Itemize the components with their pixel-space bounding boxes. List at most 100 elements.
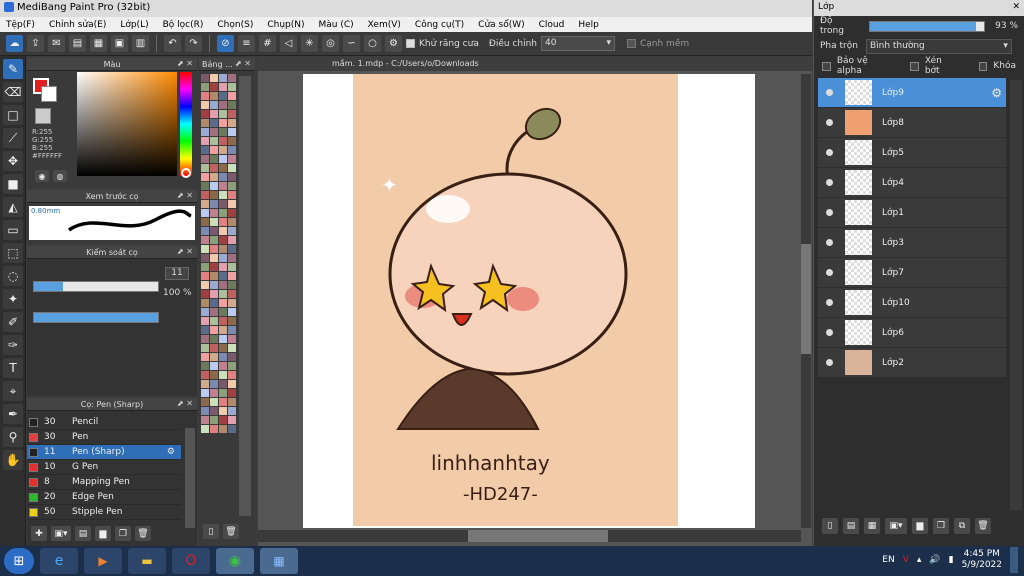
eraser-tool-icon[interactable]: ⌫ [3, 82, 23, 102]
menu-window[interactable]: Cửa sổ(W) [478, 20, 524, 30]
palette-swatch[interactable] [210, 92, 218, 100]
layer-visibility-icon[interactable] [826, 209, 833, 216]
palette-swatch[interactable] [228, 353, 236, 361]
palette-swatch[interactable] [210, 371, 218, 379]
palette-scrollbar[interactable] [239, 76, 251, 516]
palette-swatch[interactable] [201, 74, 209, 82]
palette-swatch[interactable] [210, 119, 218, 127]
palette-swatch[interactable] [201, 83, 209, 91]
duplicate-layer-icon[interactable]: ❐ [933, 518, 949, 534]
fill-rect-tool-icon[interactable]: ■ [3, 174, 23, 194]
menu-view[interactable]: Xem(V) [368, 20, 401, 30]
palette-swatch[interactable] [201, 407, 209, 415]
palette-swatch[interactable] [210, 209, 218, 217]
share-icon[interactable]: ⇪ [27, 35, 44, 52]
palette-swatch[interactable] [210, 254, 218, 262]
palette-swatch[interactable] [201, 137, 209, 145]
palette-swatch[interactable] [201, 425, 209, 433]
palette-swatch[interactable] [219, 281, 227, 289]
browser-icon[interactable]: e [40, 548, 78, 574]
palette-swatch[interactable] [201, 146, 209, 154]
cloud-icon[interactable]: ☁ [6, 35, 23, 52]
snap-settings-icon[interactable]: ⚙ [385, 35, 402, 52]
menu-select[interactable]: Chọn(S) [217, 20, 253, 30]
palette-swatch[interactable] [210, 101, 218, 109]
palette-swatch[interactable] [210, 344, 218, 352]
palette-swatch[interactable] [219, 263, 227, 271]
palette-swatch[interactable] [219, 317, 227, 325]
palette-swatch[interactable] [228, 110, 236, 118]
palette-swatch[interactable] [219, 236, 227, 244]
palette-swatch[interactable] [210, 308, 218, 316]
palette-swatch[interactable] [219, 173, 227, 181]
palette-swatch[interactable] [219, 137, 227, 145]
select-tool-icon[interactable]: ⬚ [3, 243, 23, 263]
palette-swatch[interactable] [219, 227, 227, 235]
palette-swatch[interactable] [228, 101, 236, 109]
palette-swatch[interactable] [210, 191, 218, 199]
brush-item[interactable]: 8 Mapping Pen [27, 475, 181, 490]
lock-checkbox[interactable] [978, 61, 988, 71]
palette-swatch[interactable] [219, 146, 227, 154]
layer-row[interactable]: Lớp5 [818, 138, 1006, 167]
palette-swatch[interactable] [201, 191, 209, 199]
palette-swatch[interactable] [210, 200, 218, 208]
file-explorer-icon[interactable]: ▬ [128, 548, 166, 574]
palette-swatch[interactable] [201, 326, 209, 334]
eyedropper-tool-icon[interactable]: ✒ [3, 404, 23, 424]
palette-swatch[interactable] [228, 92, 236, 100]
bucket-tool-icon[interactable]: ◭ [3, 197, 23, 217]
palette-swatch[interactable] [201, 416, 209, 424]
brush-folder-icon[interactable]: ▆ [95, 526, 111, 541]
text-tool-icon[interactable]: T [3, 358, 23, 378]
palette-swatch[interactable] [201, 218, 209, 226]
clock[interactable]: 4:45 PM 5/9/2022 [962, 549, 1002, 571]
palette-swatch[interactable] [219, 200, 227, 208]
hue-handle[interactable] [181, 168, 191, 178]
palette-swatch[interactable] [201, 155, 209, 163]
palette-swatch[interactable] [228, 425, 236, 433]
volume-icon[interactable]: 🔊 [929, 555, 940, 565]
menu-edit[interactable]: Chỉnh sửa(E) [49, 20, 106, 30]
palette-swatch[interactable] [210, 398, 218, 406]
undo-icon[interactable]: ↶ [164, 35, 181, 52]
layer-visibility-icon[interactable] [826, 299, 833, 306]
select-pen-tool-icon[interactable]: ✐ [3, 312, 23, 332]
palette-swatch[interactable] [228, 191, 236, 199]
palette-swatch[interactable] [201, 209, 209, 217]
palette-swatch[interactable] [210, 353, 218, 361]
palette-swatch[interactable] [219, 191, 227, 199]
clipping-checkbox[interactable] [910, 61, 919, 71]
grid-snap-icon[interactable]: # [259, 35, 276, 52]
palette-swatch[interactable] [219, 164, 227, 172]
layer-folder-icon[interactable]: ▆ [912, 518, 928, 534]
palette-swatch[interactable] [201, 182, 209, 190]
palette-swatch[interactable] [219, 101, 227, 109]
palette-swatch[interactable] [210, 380, 218, 388]
palette-swatch[interactable] [201, 380, 209, 388]
lasso-tool-icon[interactable]: ◌ [3, 266, 23, 286]
palette-swatch[interactable] [228, 317, 236, 325]
palette-swatch[interactable] [219, 218, 227, 226]
panel-close-icon[interactable]: ⬈ ✕ [177, 247, 193, 256]
palette-swatch[interactable] [210, 146, 218, 154]
protect-alpha-checkbox[interactable] [822, 61, 831, 71]
brush-size-value[interactable]: 11 [165, 267, 189, 280]
panel-close-icon[interactable]: ⬈ ✕ [177, 59, 193, 68]
divide-tool-icon[interactable]: ⌖ [3, 381, 23, 401]
menu-color[interactable]: Màu (C) [319, 20, 354, 30]
palette-swatch[interactable] [219, 353, 227, 361]
palette-swatch[interactable] [210, 317, 218, 325]
gradient-tool-icon[interactable]: ▭ [3, 220, 23, 240]
palette-swatch[interactable] [228, 155, 236, 163]
palette-swatch[interactable] [228, 272, 236, 280]
palette-swatch[interactable] [201, 164, 209, 172]
language-indicator[interactable]: EN [882, 555, 894, 565]
palette-swatch[interactable] [228, 245, 236, 253]
palette-swatch[interactable] [228, 236, 236, 244]
palette-swatch[interactable] [210, 173, 218, 181]
palette-swatch[interactable] [201, 281, 209, 289]
palette-swatch[interactable] [219, 110, 227, 118]
palette-swatch[interactable] [201, 236, 209, 244]
palette-swatch[interactable] [210, 290, 218, 298]
